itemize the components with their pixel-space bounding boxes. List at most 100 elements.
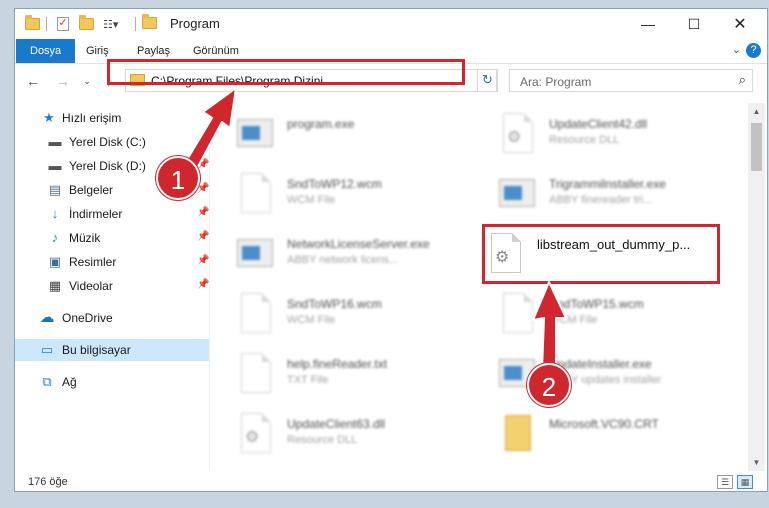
document-icon [235, 173, 275, 217]
item-count: 176 öğe [28, 476, 68, 488]
file-item[interactable]: SndToWP12.wcm WCM File [235, 167, 475, 223]
large-icons-view-icon[interactable]: ▦ [737, 475, 753, 489]
back-arrow-icon[interactable]: ← [23, 71, 43, 91]
close-button[interactable]: ✕ [717, 9, 763, 39]
forward-arrow-icon[interactable]: → [53, 71, 73, 91]
pictures-icon: ▣ [48, 254, 62, 269]
file-name: SndToWP12.wcm [287, 177, 382, 191]
file-type: Resource DLL [549, 134, 620, 146]
pin-icon[interactable]: 📌 [197, 255, 209, 266]
quick-access-customize-icon[interactable]: ☷▾ [103, 16, 118, 32]
file-item[interactable]: help.fineReader.txt TXT File [235, 347, 475, 403]
quick-access-properties-icon[interactable]: ✓ [57, 16, 69, 32]
file-item[interactable]: NetworkLicenseServer.exe ABBY network li… [235, 227, 475, 283]
vertical-scrollbar[interactable]: ▲ ▼ [748, 103, 765, 471]
sidebar-item-local-disk-c[interactable]: ▬ Yerel Disk (C:) 📌 [15, 131, 210, 153]
title-bar: ✓ ☷▾ Program — ☐ ✕ [15, 9, 767, 39]
file-name: Microsoft.VC90.CRT [549, 417, 659, 431]
sidebar-item-label: Videolar [69, 279, 113, 293]
status-bar: 176 öğe ☰ ▦ [15, 471, 767, 491]
file-item[interactable]: ⚙ UpdateClient42.dll Resource DLL [497, 107, 737, 163]
file-name: SndToWP15.wcm [549, 297, 644, 311]
quick-access-new-folder-icon[interactable] [79, 15, 94, 32]
sidebar-item-pictures[interactable]: ▣ Resimler 📌 [15, 251, 210, 273]
title-folder-icon [142, 14, 157, 31]
download-icon: ↓ [51, 206, 59, 221]
drive-icon: ▬ [48, 134, 62, 149]
window-title: Program [170, 16, 220, 31]
pin-icon[interactable]: 📌 [197, 159, 209, 170]
sidebar-item-network[interactable]: ⧉ Ağ [15, 371, 209, 393]
quick-access-folder-icon[interactable] [25, 15, 40, 32]
document-icon [235, 353, 275, 397]
sidebar-item-label: İndirmeler [69, 207, 123, 221]
file-item[interactable]: Microsoft.VC90.CRT [497, 407, 737, 463]
file-name: UpdateClient42.dll [549, 117, 648, 131]
title-separator [135, 16, 136, 32]
sidebar-item-label: Resimler [69, 255, 117, 269]
cloud-icon: ☁ [39, 309, 55, 326]
sidebar-item-downloads[interactable]: ↓ İndirmeler 📌 [15, 203, 210, 225]
search-input[interactable] [518, 73, 722, 90]
sidebar-item-videos[interactable]: ▦ Videolar 📌 [15, 275, 210, 297]
sidebar-item-label: Bu bilgisayar [62, 343, 131, 357]
recent-locations-chevron-icon[interactable]: ⌄ [77, 71, 97, 91]
video-icon: ▦ [48, 278, 62, 293]
scrollbar-thumb[interactable] [751, 123, 762, 171]
music-icon: ♪ [51, 230, 59, 245]
sidebar-item-quick-access[interactable]: ★ Hızlı erişim [15, 107, 209, 129]
file-item[interactable]: ⚙ UpdateClient63.dll Resource DLL [235, 407, 475, 463]
settings-file-icon: ⚙ [497, 113, 537, 157]
app-icon [235, 113, 275, 157]
file-name: NetworkLicenseServer.exe [287, 237, 430, 251]
file-type: WCM File [287, 314, 336, 326]
sidebar-item-label: Hızlı erişim [62, 111, 122, 125]
pin-icon[interactable]: 📌 [197, 231, 209, 242]
sidebar-item-label: Yerel Disk (C:) [69, 135, 146, 149]
scroll-down-icon[interactable]: ▼ [748, 454, 765, 471]
tab-giris[interactable]: Giriş [86, 39, 109, 63]
quick-access-separator [46, 16, 47, 32]
chevron-down-icon[interactable]: ⌄ [732, 43, 741, 56]
star-icon: ★ [43, 110, 55, 125]
file-name: help.fineReader.txt [287, 357, 388, 371]
help-icon[interactable]: ? [746, 43, 761, 58]
file-type: TXT File [287, 374, 329, 386]
tab-dosya[interactable]: Dosya [16, 39, 76, 63]
sidebar-item-label: Belgeler [69, 183, 114, 197]
file-name: SndToWP16.wcm [287, 297, 382, 311]
refresh-icon[interactable]: ↻ [477, 69, 498, 92]
file-type: ABBY network licens... [287, 254, 399, 266]
file-list: program.exe SndToWP12.wcm WCM File Netwo… [235, 103, 747, 471]
file-item[interactable]: program.exe [235, 107, 475, 163]
file-name: Trigrammilnstaller.exe [549, 177, 666, 191]
file-type: Resource DLL [287, 434, 358, 446]
documents-icon: ▤ [48, 182, 62, 197]
sidebar-item-onedrive[interactable]: ☁ OneDrive [15, 307, 209, 329]
file-item[interactable]: Trigrammilnstaller.exe ABBY finereader t… [497, 167, 737, 223]
app-icon [497, 173, 537, 217]
document-icon [235, 293, 275, 337]
pin-icon[interactable]: 📌 [197, 279, 209, 290]
sidebar-item-label: OneDrive [62, 311, 113, 325]
file-item[interactable]: SndToWP16.wcm WCM File [235, 287, 475, 343]
step-badge-2: 2 [527, 363, 571, 407]
app-icon [235, 233, 275, 277]
sidebar-item-music[interactable]: ♪ Müzik 📌 [15, 227, 210, 249]
pin-icon[interactable]: 📌 [197, 207, 209, 218]
search-box[interactable]: ⌕ [509, 69, 753, 92]
scroll-up-icon[interactable]: ▲ [748, 103, 765, 120]
sidebar-item-this-pc[interactable]: ▭ Bu bilgisayar [15, 339, 209, 361]
pane-divider[interactable] [209, 103, 210, 471]
file-item[interactable]: SndToWP15.wcm WCM File [497, 287, 737, 343]
folder-icon [497, 413, 537, 457]
file-type: WCM File [549, 314, 598, 326]
pin-icon[interactable]: 📌 [197, 135, 209, 146]
details-view-icon[interactable]: ☰ [717, 475, 733, 489]
minimize-button[interactable]: — [625, 9, 671, 39]
maximize-button[interactable]: ☐ [671, 9, 717, 39]
search-icon[interactable]: ⌕ [739, 72, 746, 88]
file-name: program.exe [287, 117, 355, 131]
step-badge-1: 1 [156, 156, 200, 200]
sidebar-item-label: Ağ [62, 375, 77, 389]
